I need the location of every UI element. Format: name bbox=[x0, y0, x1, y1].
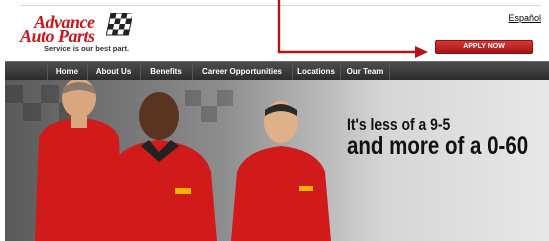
team-photo bbox=[5, 80, 331, 241]
nav-item-locations[interactable]: Locations bbox=[292, 62, 339, 81]
hero-headline: It's less of a 9-5 and more of a 0-60 bbox=[347, 116, 529, 160]
nav-item-home[interactable]: Home bbox=[47, 62, 86, 81]
checkered-flag-icon bbox=[106, 13, 132, 36]
nav-item-benefits[interactable]: Benefits bbox=[140, 62, 191, 81]
nav-item-career-opportunities[interactable]: Career Opportunities bbox=[192, 62, 291, 81]
nav-item-our-team[interactable]: Our Team bbox=[340, 62, 390, 81]
logo-tagline: Service is our best part. bbox=[44, 44, 130, 53]
apply-now-button[interactable]: APPLY NOW bbox=[435, 40, 533, 54]
hero-banner: It's less of a 9-5 and more of a 0-60 bbox=[5, 80, 549, 241]
main-nav: Home About Us Benefits Career Opportunit… bbox=[5, 61, 549, 81]
header-divider bbox=[20, 5, 541, 6]
hero-line2: and more of a 0-60 bbox=[347, 132, 529, 160]
logo-line2: Auto Parts bbox=[20, 26, 95, 46]
espanol-link[interactable]: Español bbox=[508, 13, 541, 23]
advance-auto-parts-logo[interactable]: Advance Auto Parts Service is our best p… bbox=[20, 11, 140, 55]
site-header: Advance Auto Parts Service is our best p… bbox=[0, 0, 549, 60]
nav-item-about-us[interactable]: About Us bbox=[87, 62, 139, 81]
